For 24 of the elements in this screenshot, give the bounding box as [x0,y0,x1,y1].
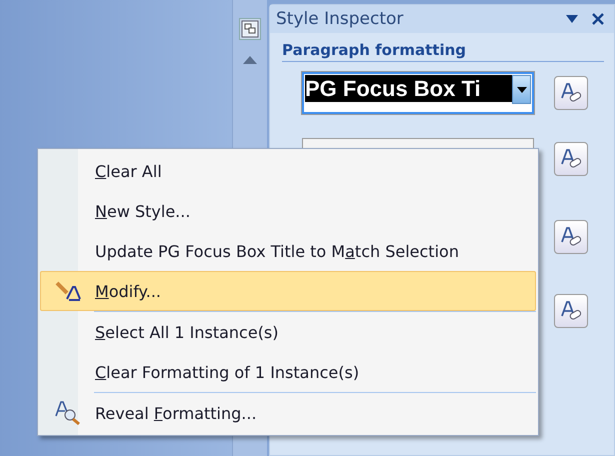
menu-item[interactable]: Clear All [40,151,536,191]
pin-icon[interactable] [239,18,261,40]
menu-item[interactable]: Reveal Formatting... [40,393,536,433]
style-combo-box[interactable]: PG Focus Box Ti [302,72,534,114]
pane-title: Style Inspector [276,9,404,29]
scroll-up-icon[interactable] [243,56,257,64]
close-icon[interactable] [592,13,604,25]
clear-style-button[interactable] [554,294,588,328]
menu-item[interactable]: New Style... [40,191,536,231]
clear-style-button[interactable] [554,142,588,176]
clear-style-button[interactable] [554,220,588,254]
pencil-icon [55,281,81,301]
letter-eraser-icon [559,148,583,170]
menu-item[interactable]: Select All 1 Instance(s) [40,312,536,352]
letter-eraser-icon [559,300,583,322]
menu-item[interactable]: Modify... [40,271,536,311]
clear-style-button[interactable] [554,76,588,110]
dropdown-arrow-icon[interactable] [566,15,578,23]
menu-item[interactable]: Update PG Focus Box Title to Match Selection [40,231,536,271]
menu-item[interactable]: Clear Formatting of 1 Instance(s) [40,352,536,392]
letter-eraser-icon [559,226,583,248]
section-heading: Paragraph formatting [282,41,604,62]
magnifier-icon [54,400,82,426]
letter-eraser-icon [559,82,583,104]
